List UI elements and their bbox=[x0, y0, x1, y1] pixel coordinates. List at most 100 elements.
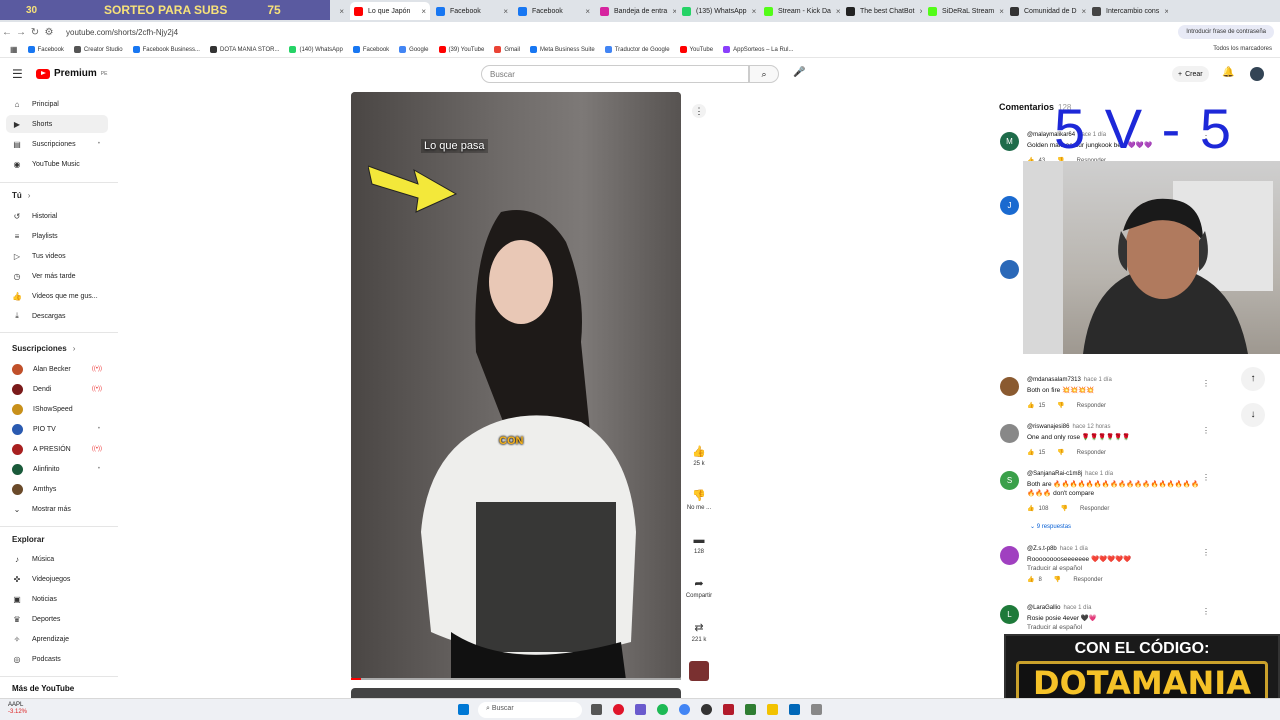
bookmark-item[interactable]: AppSorteos – La Rul... bbox=[723, 46, 793, 53]
show-more-button[interactable]: ⌄ Mostrar más bbox=[6, 500, 108, 518]
tab-close-icon[interactable]: × bbox=[836, 7, 840, 16]
comment-dislike-icon[interactable]: 👎 bbox=[1054, 576, 1061, 583]
browser-tab[interactable]: Intercambio cons × bbox=[1088, 2, 1168, 20]
action-button[interactable]: 👍 25 k bbox=[684, 443, 714, 467]
dota-icon[interactable] bbox=[723, 704, 734, 715]
sidebar-item[interactable]: ▣ Noticias bbox=[6, 590, 108, 608]
subscription-item[interactable]: Amthys bbox=[6, 480, 108, 498]
commenter-avatar[interactable] bbox=[1000, 260, 1019, 279]
create-button[interactable]: + Crear bbox=[1172, 66, 1209, 82]
comment-more-icon[interactable]: ⋮ bbox=[1202, 473, 1210, 482]
sidebar-item[interactable]: ▷ Tus videos bbox=[6, 247, 108, 265]
tab-close-icon[interactable]: × bbox=[503, 7, 508, 16]
subscription-item[interactable]: PIO TV • bbox=[6, 420, 108, 438]
site-info-icon[interactable]: ⚙ bbox=[42, 27, 56, 38]
subscriptions-heading[interactable]: Suscripciones › bbox=[12, 344, 75, 353]
tab-close-icon[interactable]: × bbox=[919, 7, 922, 16]
subscription-item[interactable]: A PRESIÓN ((•)) bbox=[6, 440, 108, 458]
hamburger-menu-icon[interactable]: ☰ bbox=[12, 67, 23, 81]
reply-button[interactable]: Responder bbox=[1073, 577, 1102, 583]
sidebar-item[interactable]: ◷ Ver más tarde bbox=[6, 267, 108, 285]
bookmark-item[interactable]: Facebook bbox=[352, 46, 389, 53]
spreadsheet-icon[interactable] bbox=[745, 704, 756, 715]
tab-close-icon[interactable]: × bbox=[672, 7, 676, 16]
next-short-arrow-icon[interactable]: ↓ bbox=[1241, 403, 1265, 427]
search-icon[interactable]: ⌕ bbox=[749, 65, 779, 83]
comment-dislike-icon[interactable]: 👎 bbox=[1057, 449, 1064, 456]
microphone-icon[interactable]: 🎤 bbox=[793, 67, 805, 78]
browser-tab[interactable]: Lo que Japón × bbox=[350, 2, 430, 20]
bookmark-item[interactable]: Gmail bbox=[494, 46, 520, 53]
translate-link[interactable]: Traducir al español bbox=[1027, 564, 1202, 573]
browser-tab[interactable]: Stream - Kick Da × bbox=[760, 2, 840, 20]
comment-author[interactable]: @riswanajesi86 hace 12 horas bbox=[1027, 424, 1110, 430]
bookmark-item[interactable]: YouTube bbox=[679, 46, 713, 53]
reply-button[interactable]: Responder bbox=[1077, 403, 1106, 409]
comment-author[interactable]: @Z.s.t-p8b hace 1 día bbox=[1027, 546, 1088, 552]
reply-button[interactable]: Responder bbox=[1080, 506, 1109, 512]
subscription-item[interactable]: Dendi ((•)) bbox=[6, 380, 108, 398]
sidebar-item[interactable]: 👍 Videos que me gus... bbox=[6, 287, 108, 305]
translate-link[interactable]: Traducir al español bbox=[1027, 623, 1202, 632]
url-field[interactable]: youtube.com/shorts/2cfh-Njy2j4 bbox=[66, 28, 178, 37]
chrome-icon[interactable] bbox=[679, 704, 690, 715]
browser-tab[interactable]: The best ChatBot × bbox=[842, 2, 922, 20]
comment-dislike-icon[interactable]: 👎 bbox=[1057, 402, 1064, 409]
comment-author[interactable]: @LaraGallio hace 1 día bbox=[1027, 605, 1091, 611]
commenter-avatar[interactable]: L bbox=[1000, 605, 1019, 624]
bookmark-item[interactable]: Traductor de Google bbox=[604, 46, 670, 53]
tab-close-icon[interactable]: × bbox=[999, 7, 1004, 16]
comment-like-icon[interactable]: 👍 bbox=[1027, 576, 1034, 583]
comment-author[interactable]: @SanjanaRai-c1m8j hace 1 día bbox=[1027, 471, 1113, 477]
browser-tab[interactable]: (135) WhatsApp × bbox=[678, 2, 758, 20]
password-prompt-button[interactable]: Introducir frase de contraseña bbox=[1178, 25, 1274, 39]
browser-tab[interactable]: SiDeRaL Stream × bbox=[924, 2, 1004, 20]
settings-icon[interactable] bbox=[811, 704, 822, 715]
sidebar-item[interactable]: ↺ Historial bbox=[6, 207, 108, 225]
action-button[interactable]: ▬ 128 bbox=[684, 531, 714, 555]
sidebar-item[interactable]: ◉ YouTube Music bbox=[6, 155, 108, 173]
action-button[interactable]: ➦ Compartir bbox=[684, 575, 714, 599]
bookmark-item[interactable]: DOTA MANIA STOR... bbox=[209, 46, 279, 53]
sidebar-item[interactable]: ◎ Podcasts bbox=[6, 650, 108, 668]
tab-close-icon[interactable]: × bbox=[752, 7, 757, 16]
browser-tab[interactable]: Comunidad de D × bbox=[1006, 2, 1086, 20]
video-progress-bar[interactable] bbox=[351, 678, 681, 680]
bookmark-item[interactable]: Meta Business Suite bbox=[530, 46, 595, 53]
bookmark-item[interactable]: Facebook bbox=[27, 46, 64, 53]
browser-tab[interactable]: Facebook × bbox=[514, 2, 594, 20]
spotify-icon[interactable] bbox=[657, 704, 668, 715]
sidebar-item[interactable]: ▶ Shorts bbox=[6, 115, 108, 133]
tab-close-icon[interactable]: × bbox=[1164, 7, 1168, 16]
notifications-bell-icon[interactable]: 🔔 bbox=[1222, 67, 1234, 78]
bookmark-item[interactable]: (140) WhatsApp bbox=[289, 46, 343, 53]
subscription-item[interactable]: Alan Becker ((•)) bbox=[6, 360, 108, 378]
sidebar-item[interactable]: ⤓ Descargas bbox=[6, 307, 108, 325]
sidebar-item[interactable]: ▤ Suscripciones • bbox=[6, 135, 108, 153]
more-options-icon[interactable]: ⋮ bbox=[692, 104, 706, 118]
youtube-premium-logo[interactable]: Premium PE bbox=[36, 68, 107, 79]
comment-like-icon[interactable]: 👍 bbox=[1027, 449, 1034, 456]
shorts-video-player[interactable]: Lo que pasa CON bbox=[351, 92, 681, 680]
file-explorer-icon[interactable] bbox=[767, 704, 778, 715]
commenter-avatar[interactable] bbox=[1000, 546, 1019, 565]
comment-more-icon[interactable]: ⋮ bbox=[1202, 548, 1210, 557]
subscription-item[interactable]: Alinfinito • bbox=[6, 460, 108, 478]
action-button[interactable]: 👎 No me ... bbox=[684, 487, 714, 511]
tab-close-icon[interactable]: × bbox=[421, 7, 426, 16]
comment-more-icon[interactable]: ⋮ bbox=[1202, 607, 1210, 616]
chat-app-icon[interactable] bbox=[635, 704, 646, 715]
subscription-item[interactable]: IShowSpeed bbox=[6, 400, 108, 418]
sidebar-item[interactable]: ⌂ Principal bbox=[6, 95, 108, 113]
comment-more-icon[interactable]: ⋮ bbox=[1202, 426, 1210, 435]
account-avatar[interactable] bbox=[1250, 67, 1264, 81]
sidebar-item[interactable]: ♛ Deportes bbox=[6, 610, 108, 628]
stock-ticker-widget[interactable]: AAPL -3.12% bbox=[8, 702, 27, 716]
reload-icon[interactable]: ↻ bbox=[28, 27, 42, 38]
opera-icon[interactable] bbox=[613, 704, 624, 715]
tab-close-icon[interactable]: × bbox=[339, 7, 344, 16]
comment-dislike-icon[interactable]: 👎 bbox=[1061, 505, 1068, 512]
forward-icon[interactable]: → bbox=[14, 27, 28, 38]
tab-close-icon[interactable]: × bbox=[1082, 7, 1086, 16]
sidebar-item[interactable]: ✧ Aprendizaje bbox=[6, 630, 108, 648]
